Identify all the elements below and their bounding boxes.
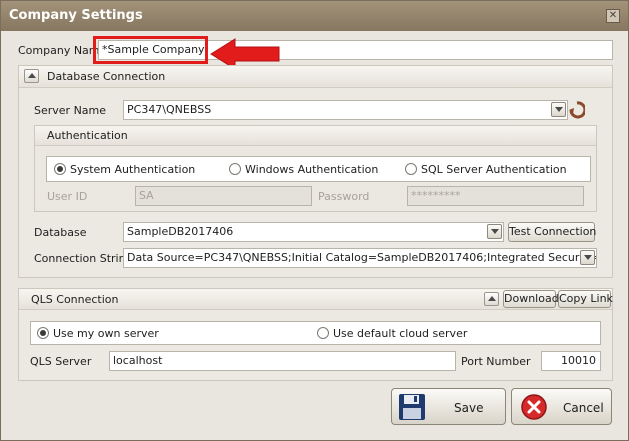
windows-authentication-radio[interactable] [229, 163, 241, 175]
test-connection-button[interactable]: Test Connection [508, 222, 596, 242]
database-connection-collapse-button[interactable] [24, 69, 39, 83]
system-authentication-label[interactable]: System Authentication [70, 163, 195, 176]
database-label: Database [34, 226, 87, 239]
password-input[interactable]: ********* [407, 186, 584, 206]
download-button[interactable]: Download [503, 290, 559, 308]
save-button[interactable]: Save [391, 388, 506, 425]
password-label: Password [318, 190, 370, 203]
use-default-cloud-server-radio[interactable] [317, 327, 329, 339]
port-number-label: Port Number [461, 355, 531, 368]
database-dropdown-arrow[interactable] [487, 224, 502, 239]
cancel-x-icon [521, 394, 547, 420]
user-id-input[interactable]: SA [135, 186, 312, 206]
qls-server-input[interactable]: localhost [109, 351, 456, 371]
qls-connection-header: QLS Connection Download Copy Link [19, 289, 613, 310]
connection-string-combo[interactable]: Data Source=PC347\QNEBSS;Initial Catalog… [123, 248, 597, 268]
sql-server-authentication-radio[interactable] [405, 163, 417, 175]
database-connection-header: Database Connection [19, 66, 612, 88]
copy-link-button[interactable]: Copy Link [558, 290, 613, 308]
save-label: Save [454, 401, 484, 415]
qls-connection-title: QLS Connection [31, 293, 119, 306]
floppy-disk-icon [399, 394, 425, 420]
qls-server-label: QLS Server [30, 355, 92, 368]
authentication-header: Authentication [35, 126, 596, 146]
sql-server-authentication-label[interactable]: SQL Server Authentication [421, 163, 567, 176]
database-connection-title: Database Connection [47, 70, 166, 83]
server-name-dropdown-arrow[interactable] [551, 102, 566, 117]
cancel-label: Cancel [563, 401, 604, 415]
system-authentication-radio[interactable] [54, 163, 66, 175]
database-combo[interactable]: SampleDB2017406 [123, 222, 504, 242]
window-title: Company Settings [9, 8, 143, 23]
server-name-label: Server Name [34, 104, 107, 117]
use-my-own-server-label[interactable]: Use my own server [53, 327, 159, 340]
qls-connection-collapse-button[interactable] [484, 292, 499, 306]
connection-string-dropdown-arrow[interactable] [580, 250, 595, 265]
annotation-highlight-box [93, 36, 208, 64]
company-settings-window: Company Settings ✕ Company Name *Sample … [0, 0, 629, 441]
use-default-cloud-server-label[interactable]: Use default cloud server [333, 327, 467, 340]
cancel-button[interactable]: Cancel [511, 388, 612, 425]
connection-string-label: Connection String [34, 252, 133, 265]
refresh-icon[interactable] [569, 101, 585, 119]
windows-authentication-label[interactable]: Windows Authentication [245, 163, 378, 176]
user-id-label: User ID [47, 190, 88, 203]
title-bar[interactable]: Company Settings ✕ [1, 1, 628, 31]
use-my-own-server-radio[interactable] [37, 327, 49, 339]
server-name-combo[interactable]: PC347\QNEBSS [123, 100, 568, 120]
authentication-title: Authentication [47, 129, 128, 142]
port-number-input[interactable]: 10010 [541, 351, 601, 371]
close-button[interactable]: ✕ [606, 9, 620, 23]
